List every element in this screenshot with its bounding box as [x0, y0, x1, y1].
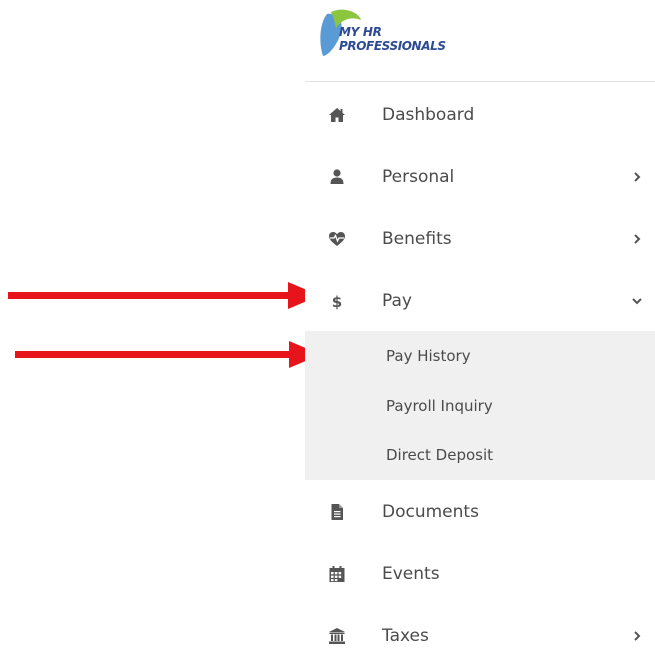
- submenu-item-pay-history[interactable]: Pay History: [305, 331, 655, 380]
- svg-text:$: $: [332, 293, 342, 310]
- menu-item-events[interactable]: Events: [305, 543, 655, 605]
- menu-item-pay[interactable]: $ Pay: [305, 270, 655, 332]
- menu-label-pay: Pay: [382, 291, 412, 311]
- menu-label-events: Events: [382, 564, 440, 584]
- annotation-arrow-pay-history: [15, 341, 321, 368]
- company-logo-text: MY HR PROFESSIONALS: [339, 25, 446, 53]
- menu-item-benefits[interactable]: Benefits: [305, 208, 655, 270]
- submenu-label-pay-history: Pay History: [386, 346, 471, 365]
- submenu-label-direct-deposit: Direct Deposit: [386, 445, 494, 464]
- user-icon: [330, 169, 344, 184]
- chevron-down-icon: [632, 298, 642, 305]
- document-icon: [331, 504, 343, 520]
- logo-line-1: MY HR: [339, 25, 382, 39]
- menu-item-documents[interactable]: Documents: [305, 481, 655, 543]
- menu-label-taxes: Taxes: [382, 626, 429, 646]
- logo-area: MY HR PROFESSIONALS: [305, 0, 655, 82]
- submenu-item-direct-deposit[interactable]: Direct Deposit: [305, 430, 655, 479]
- menu-label-documents: Documents: [382, 502, 479, 522]
- heartbeat-icon: [329, 232, 345, 246]
- menu-label-personal: Personal: [382, 167, 455, 187]
- annotation-arrow-pay: [8, 282, 320, 309]
- dollar-icon: $: [332, 293, 342, 310]
- menu-label-benefits: Benefits: [382, 229, 452, 249]
- menu-label-dashboard: Dashboard: [382, 105, 475, 125]
- pay-submenu: Pay History Payroll Inquiry Direct Depos…: [305, 331, 655, 480]
- calendar-icon: [329, 566, 345, 582]
- home-icon: [329, 108, 345, 122]
- submenu-label-payroll-inquiry: Payroll Inquiry: [386, 396, 493, 415]
- menu-item-dashboard[interactable]: Dashboard: [305, 84, 655, 146]
- bank-icon: [329, 628, 345, 644]
- sidebar-nav: MY HR PROFESSIONALS Dashboard Personal B…: [305, 0, 655, 670]
- submenu-item-payroll-inquiry[interactable]: Payroll Inquiry: [305, 381, 655, 430]
- logo-line-2: PROFESSIONALS: [339, 39, 446, 53]
- chevron-right-icon: [634, 631, 641, 641]
- chevron-right-icon: [634, 234, 641, 244]
- menu-item-personal[interactable]: Personal: [305, 146, 655, 208]
- menu-item-taxes[interactable]: Taxes: [305, 605, 655, 667]
- chevron-right-icon: [634, 172, 641, 182]
